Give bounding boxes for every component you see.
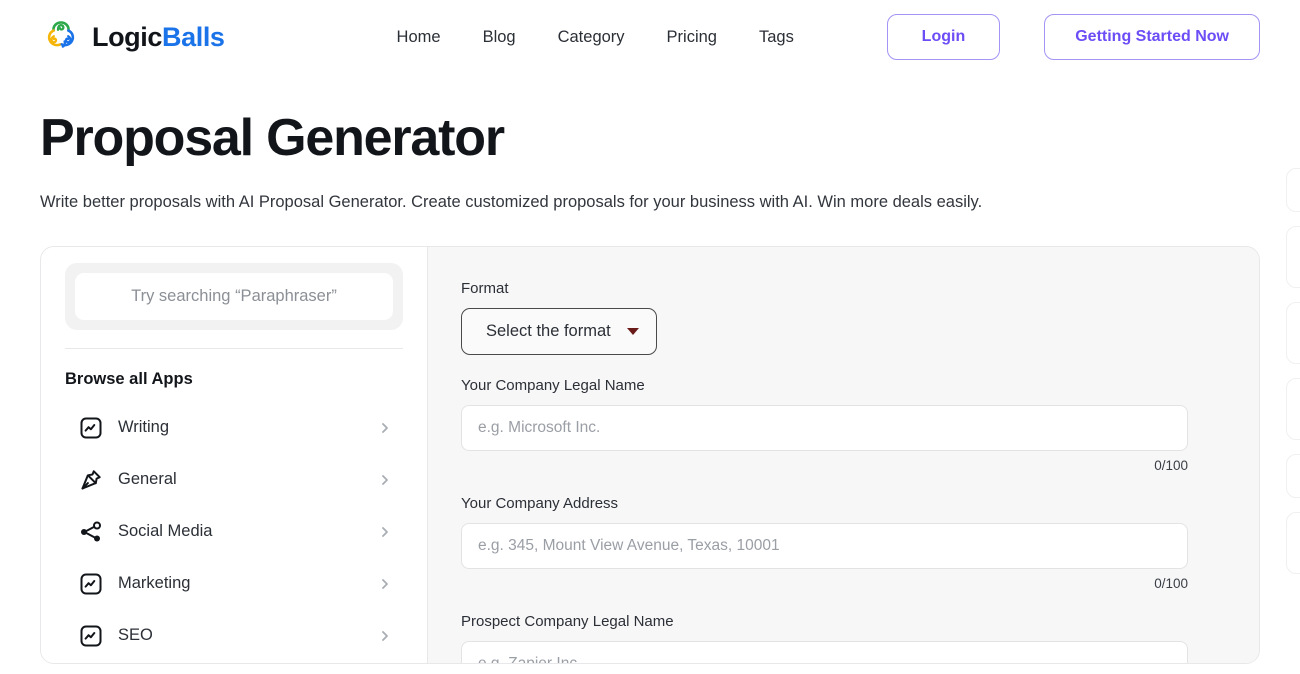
sidebar-item-marketing[interactable]: Marketing — [65, 558, 403, 610]
browse-all-apps-heading: Browse all Apps — [65, 369, 193, 388]
sidebar-item-label: Marketing — [118, 574, 191, 593]
page-title: Proposal Generator — [40, 109, 505, 167]
chart-square-icon — [80, 417, 102, 439]
company-legal-name-counter: 0/100 — [1154, 457, 1188, 473]
company-address-label: Your Company Address — [461, 494, 619, 512]
sidebar-item-label: SEO — [118, 626, 153, 645]
search-input[interactable] — [75, 272, 393, 320]
search-container — [65, 262, 403, 330]
login-button[interactable]: Login — [886, 14, 1001, 60]
chevron-right-icon — [382, 631, 388, 641]
brand-name-first: Logic — [92, 21, 162, 52]
sidebar-item-social-media[interactable]: Social Media — [65, 506, 403, 558]
hero-section: Proposal Generator Write better proposal… — [0, 74, 1300, 215]
format-field: Format Select the format — [461, 280, 1226, 355]
nav-item-blog[interactable]: Blog — [483, 28, 516, 47]
page-description: Write better proposals with AI Proposal … — [40, 193, 983, 212]
company-address-counter: 0/100 — [1154, 575, 1188, 591]
tool-panel: Browse all Apps Writing — [40, 245, 1260, 664]
sidebar-item-general[interactable]: General — [65, 454, 403, 506]
chart-square-icon — [80, 625, 102, 647]
pin-icon — [81, 470, 101, 490]
chevron-right-icon — [382, 527, 388, 537]
sidebar-item-label: Writing — [118, 418, 170, 437]
sidebar-item-label: General — [118, 470, 177, 489]
chevron-right-icon — [382, 579, 388, 589]
format-selected-value: Select the format — [486, 321, 611, 340]
prospect-company-legal-name-field: Prospect Company Legal Name 0/100 — [461, 613, 1226, 663]
brand-name-second: Balls — [162, 21, 225, 52]
nav-item-tags[interactable]: Tags — [759, 28, 794, 47]
tool-panel-wrapper: Browse all Apps Writing — [0, 215, 1300, 664]
nav-item-pricing[interactable]: Pricing — [667, 28, 717, 47]
company-address-field: Your Company Address 0/100 — [461, 495, 1226, 591]
chevron-right-icon — [382, 423, 388, 433]
company-legal-name-label: Your Company Legal Name — [461, 376, 645, 394]
share-nodes-icon — [81, 521, 101, 542]
company-address-input[interactable] — [461, 522, 1188, 569]
prospect-company-legal-name-label: Prospect Company Legal Name — [461, 612, 674, 630]
nav-item-home[interactable]: Home — [397, 28, 441, 47]
prospect-company-legal-name-input[interactable] — [461, 640, 1188, 663]
generator-form: Format Select the format Your Company Le… — [428, 246, 1259, 663]
sidebar-item-label: Social Media — [118, 522, 213, 541]
site-header: LogicBalls Home Blog Category Pricing Ta… — [0, 0, 1300, 74]
sidebar-item-seo[interactable]: SEO — [65, 610, 403, 662]
format-label: Format — [461, 279, 509, 297]
app-category-list: Writing General Social Media Marketing S… — [65, 402, 403, 662]
chart-square-icon — [80, 573, 102, 595]
brand-name: LogicBalls — [92, 22, 225, 53]
apps-sidebar: Browse all Apps Writing — [41, 246, 428, 663]
company-legal-name-field: Your Company Legal Name 0/100 — [461, 377, 1226, 473]
format-select[interactable]: Select the format — [461, 307, 657, 355]
sidebar-item-writing[interactable]: Writing — [65, 402, 403, 454]
brand-logo[interactable]: LogicBalls — [40, 16, 225, 58]
chevron-right-icon — [382, 475, 388, 485]
getting-started-button[interactable]: Getting Started Now — [1044, 14, 1260, 60]
chevron-down-icon — [626, 327, 639, 335]
main-navigation: Home Blog Category Pricing Tags — [397, 28, 794, 47]
header-actions: Login Getting Started Now — [886, 14, 1260, 60]
brain-logo-icon — [47, 21, 75, 48]
nav-item-category[interactable]: Category — [558, 28, 625, 47]
company-legal-name-input[interactable] — [461, 404, 1188, 451]
